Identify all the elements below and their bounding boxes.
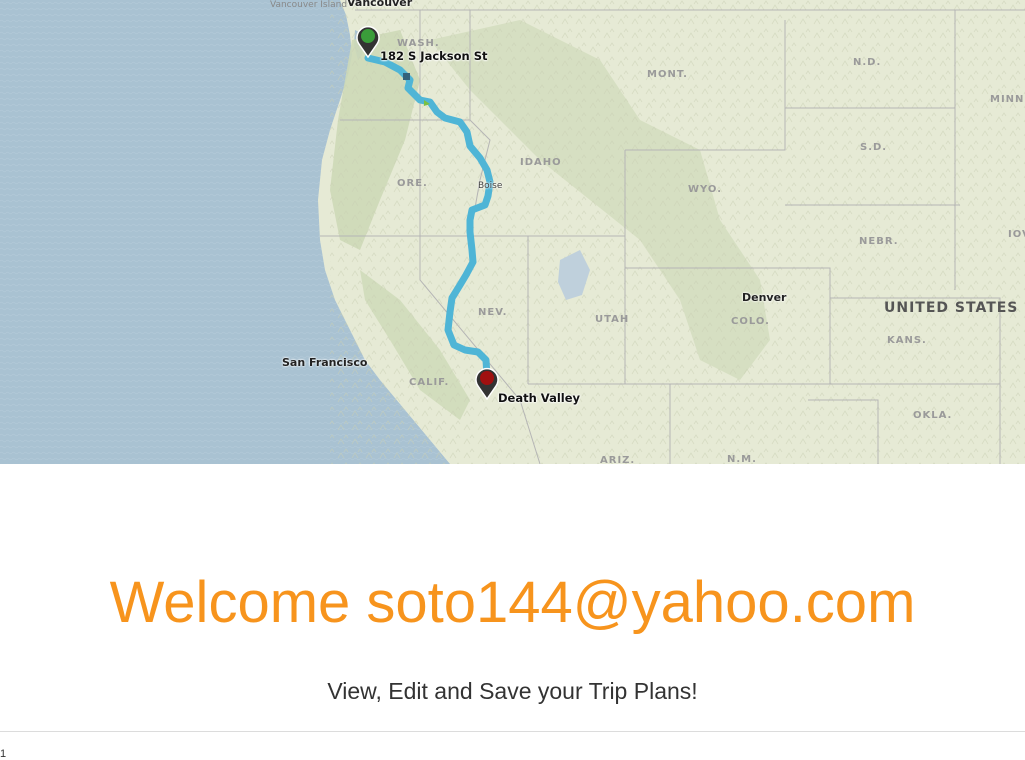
label-wyo: WYO. xyxy=(688,184,722,195)
route-map[interactable]: Vancouver Island Vancouver WASH. MONT. N… xyxy=(0,0,1025,464)
start-location-label: 182 S Jackson St xyxy=(380,49,488,63)
label-nev: NEV. xyxy=(478,307,508,318)
row-number: 1 xyxy=(0,748,7,760)
label-boise: Boise xyxy=(478,181,503,191)
label-ariz: ARIZ. xyxy=(600,455,636,465)
label-nd: N.D. xyxy=(853,57,882,68)
label-san-francisco: San Francisco xyxy=(282,356,368,369)
label-ore: ORE. xyxy=(397,178,428,189)
welcome-heading: Welcome soto144@yahoo.com xyxy=(109,570,916,635)
label-okla: OKLA. xyxy=(913,410,953,421)
label-nm: N.M. xyxy=(727,454,757,465)
label-kans: KANS. xyxy=(887,335,927,346)
end-location-label: Death Valley xyxy=(498,391,581,405)
label-iowa: IOV xyxy=(1008,229,1025,240)
page-subtitle: View, Edit and Save your Trip Plans! xyxy=(327,678,698,704)
label-vancouver: Vancouver xyxy=(347,0,413,9)
start-marker-icon[interactable] xyxy=(355,24,381,58)
divider xyxy=(0,731,1025,732)
label-sd: S.D. xyxy=(860,142,888,153)
label-idaho: IDAHO xyxy=(520,157,562,168)
label-calif: CALIF. xyxy=(409,377,450,388)
label-colo: COLO. xyxy=(731,316,770,327)
label-vancouver-island: Vancouver Island xyxy=(270,0,348,10)
route-waypoint xyxy=(403,73,410,80)
label-wash: WASH. xyxy=(397,38,440,49)
label-minn: MINN xyxy=(990,94,1025,105)
label-mont: MONT. xyxy=(647,69,688,80)
label-utah: UTAH xyxy=(595,314,630,325)
label-nebr: NEBR. xyxy=(859,236,899,247)
label-united-states: UNITED STATES xyxy=(884,300,1019,316)
end-marker-icon[interactable] xyxy=(474,366,500,400)
label-denver: Denver xyxy=(742,291,787,304)
